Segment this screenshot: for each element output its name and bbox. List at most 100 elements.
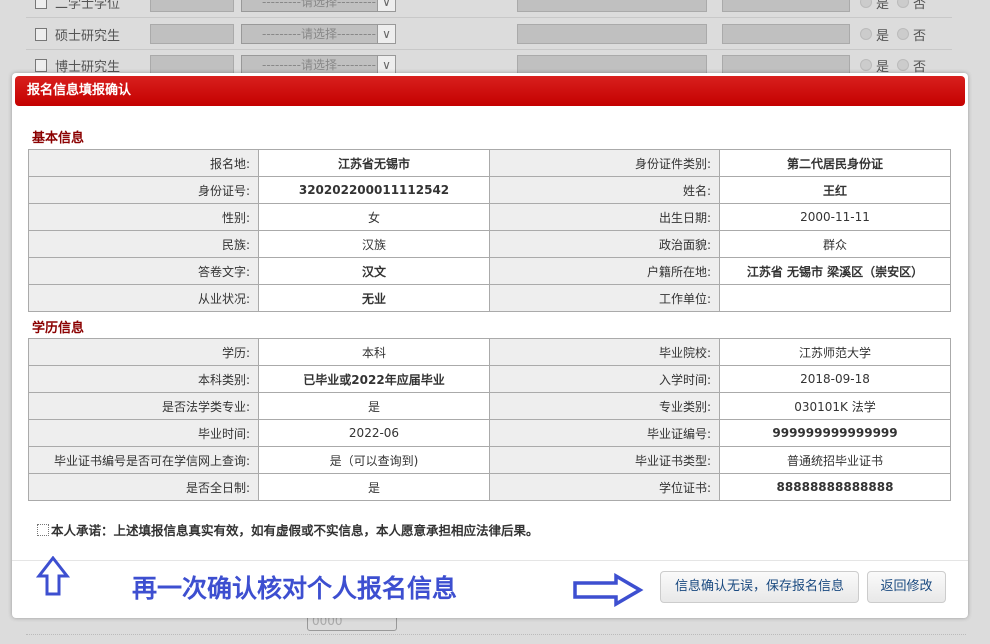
dialog-title: 报名信息填报确认 [15,76,965,106]
education-info-heading: 学历信息 [32,321,85,336]
field-label: 性别: [28,203,259,231]
field-value: 女 [258,203,490,231]
field-label: 毕业证编号: [489,419,720,447]
row-input[interactable] [722,0,850,12]
table-row: 毕业时间: 2022-06 毕业证编号: 999999999999999 [28,419,951,447]
row-checkbox[interactable] [35,58,47,72]
field-label: 答卷文字: [28,257,259,285]
field-label: 学历: [28,338,259,366]
row-label: 二学士学位 [55,0,121,12]
table-row: 学历: 本科 毕业院校: 江苏师范大学 [28,338,951,366]
field-value: 普通统招毕业证书 [719,446,951,474]
row-checkbox[interactable] [35,27,47,41]
row-select[interactable]: ---------请选择--------- ∨ [241,0,396,12]
field-label: 出生日期: [489,203,720,231]
dialog-footer [12,560,968,561]
field-label: 毕业证书编号是否可在学信网上查询: [28,446,259,474]
row-input[interactable] [150,24,234,44]
field-value: 第二代居民身份证 [719,149,951,177]
table-row: 身份证号: 320202200011112542 姓名: 王红 [28,176,951,204]
table-row: 本科类别: 已毕业或2022年应届毕业 入学时间: 2018-09-18 [28,365,951,393]
chevron-down-icon: ∨ [377,0,395,11]
promise-checkbox[interactable] [37,523,49,536]
select-text: ---------请选择--------- [262,0,376,9]
field-label: 工作单位: [489,284,720,312]
field-label: 身份证号: [28,176,259,204]
radio-yes[interactable] [860,28,872,40]
background-row: 二学士学位 ---------请选择--------- ∨ 是 否 [26,0,952,18]
field-value: 是（可以查询到) [258,446,490,474]
field-value: 88888888888888 [719,473,951,501]
row-input[interactable] [150,55,234,75]
chevron-down-icon: ∨ [377,56,395,74]
field-label: 毕业时间: [28,419,259,447]
field-label: 民族: [28,230,259,258]
field-value: 本科 [258,338,490,366]
basic-info-table: 报名地: 江苏省无锡市 身份证件类别: 第二代居民身份证 身份证号: 3202022000… [28,149,951,312]
row-input[interactable] [722,24,850,44]
up-arrow-icon [36,556,70,596]
table-row: 性别: 女出生日期: 2000-11-11 [28,203,951,231]
field-label: 是否法学类专业: [28,392,259,420]
radio-yes[interactable] [860,0,872,8]
select-text: ---------请选择--------- [262,27,376,41]
row-select[interactable]: ---------请选择--------- ∨ [241,55,396,75]
radio-no[interactable] [897,59,910,71]
row-input[interactable] [517,55,707,75]
field-label: 从业状况: [28,284,259,312]
field-value: 江苏省 无锡市 梁溪区（崇安区） [719,257,951,285]
back-edit-button[interactable]: 返回修改 [867,571,946,603]
annotation-text: 再一次确认核对个人报名信息 [132,574,458,603]
confirm-save-button[interactable]: 信息确认无误，保存报名信息 [660,571,859,603]
row-select[interactable]: ---------请选择--------- ∨ [241,24,396,44]
field-value: 030101K 法学 [719,392,951,420]
education-info-table: 学历: 本科 毕业院校: 江苏师范大学 本科类别: 已毕业或2022年应届毕业 入学时间: 2… [28,338,951,501]
background-row: 硕士研究生 ---------请选择--------- ∨ 是 否 [26,19,952,50]
confirm-dialog: 报名信息填报确认 基本信息 报名地: 江苏省无锡市 身份证件类别: 第二代居民身份证身… [12,73,968,618]
row-label: 硕士研究生 [55,28,121,44]
radio-no[interactable] [897,0,910,8]
row-input[interactable] [517,24,707,44]
promise-row[interactable]: 本人承诺：上述填报信息真实有效，如有虚假或不实信息，本人愿意承担相应法律后果。 [37,520,539,539]
field-value: 群众 [719,230,951,258]
field-value: 是 [258,473,490,501]
field-label: 姓名: [489,176,720,204]
field-value: 已毕业或2022年应届毕业 [258,365,490,393]
field-value: 王红 [719,176,951,204]
field-label: 政治面貌: [489,230,720,258]
field-label: 是否全日制: [28,473,259,501]
radio-no-label: 否 [913,0,927,12]
field-label: 本科类别: [28,365,259,393]
field-label: 专业类别: [489,392,720,420]
radio-yes[interactable] [860,59,872,71]
field-value: 320202200011112542 [258,176,490,204]
radio-no-label: 否 [913,28,927,44]
field-label: 户籍所在地: [489,257,720,285]
row-checkbox[interactable] [35,0,47,9]
divider [26,634,966,635]
field-value: 999999999999999 [719,419,951,447]
table-row: 答卷文字: 汉文 户籍所在地: 江苏省 无锡市 梁溪区（崇安区） [28,257,951,285]
table-row: 是否全日制: 是学位证书: 88888888888888 [28,473,951,501]
field-value: 是 [258,392,490,420]
table-row: 是否法学类专业: 是专业类别: 030101K 法学 [28,392,951,420]
radio-yes-label: 是 [876,59,890,75]
field-value: 2018-09-18 [719,365,951,393]
radio-no[interactable] [897,28,910,40]
table-row: 民族: 汉族 政治面貌: 群众 [28,230,951,258]
row-input[interactable] [722,55,850,75]
right-arrow-icon [573,573,644,607]
basic-info-heading: 基本信息 [32,131,85,146]
radio-yes-label: 是 [876,0,890,12]
field-value: 无业 [258,284,490,312]
radio-no-label: 否 [913,59,927,75]
row-input[interactable] [150,0,234,12]
field-value [719,284,951,312]
field-label: 毕业院校: [489,338,720,366]
field-value: 2022-06 [258,419,490,447]
field-value: 汉族 [258,230,490,258]
row-input[interactable] [517,0,707,12]
field-value: 江苏省无锡市 [258,149,490,177]
table-row: 毕业证书编号是否可在学信网上查询: 是（可以查询到) 毕业证书类型: 普通统招毕业证书 [28,446,951,474]
promise-text: 本人承诺：上述填报信息真实有效，如有虚假或不实信息，本人愿意承担相应法律后果。 [51,523,539,538]
